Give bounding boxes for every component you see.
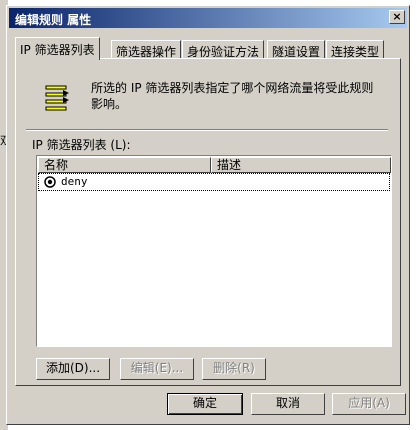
remove-button[interactable]: 删除(R) bbox=[202, 358, 266, 380]
radio-selected-icon[interactable] bbox=[44, 176, 56, 188]
edit-button[interactable]: 编辑(E)... bbox=[120, 358, 194, 380]
filter-list-icon bbox=[45, 85, 69, 111]
panel-description: 所选的 IP 筛选器列表指定了哪个网络流量将受此规则影响。 bbox=[91, 81, 374, 111]
tab-panel: 所选的 IP 筛选器列表指定了哪个网络流量将受此规则影响。 IP 筛选器列表 (… bbox=[15, 58, 401, 386]
tab-connection-type[interactable]: 连接类型 bbox=[326, 40, 385, 59]
separator bbox=[26, 129, 388, 131]
close-button[interactable]: × bbox=[389, 10, 405, 24]
ok-button[interactable]: 确定 bbox=[167, 393, 243, 415]
window-title: 编辑规则 属性 bbox=[15, 13, 92, 27]
close-icon: × bbox=[392, 10, 402, 23]
list-header: 名称 描述 bbox=[38, 157, 391, 173]
tab-ip-filter-list[interactable]: IP 筛选器列表 bbox=[15, 37, 100, 60]
filter-list-view[interactable]: 名称 描述 deny bbox=[36, 155, 392, 347]
tab-tunnel-settings[interactable]: 隧道设置 bbox=[267, 40, 326, 59]
column-header-description[interactable]: 描述 bbox=[211, 157, 391, 173]
add-button[interactable]: 添加(D)... bbox=[36, 358, 110, 380]
table-row[interactable]: deny bbox=[38, 173, 390, 191]
filter-list-label: IP 筛选器列表 (L): bbox=[32, 138, 131, 152]
tab-authentication-methods[interactable]: 身份验证方法 bbox=[182, 40, 265, 59]
title-bar[interactable]: 编辑规则 属性 × bbox=[9, 8, 407, 28]
cancel-button[interactable]: 取消 bbox=[251, 393, 325, 415]
column-header-name[interactable]: 名称 bbox=[38, 157, 211, 173]
rule-properties-dialog: 编辑规则 属性 × IP 筛选器列表 筛选器操作 身份验证方法 隧道设置 连接类… bbox=[6, 5, 410, 425]
tab-filter-action[interactable]: 筛选器操作 bbox=[111, 40, 182, 59]
apply-button[interactable]: 应用(A) bbox=[332, 393, 406, 415]
row-name: deny bbox=[61, 175, 88, 188]
